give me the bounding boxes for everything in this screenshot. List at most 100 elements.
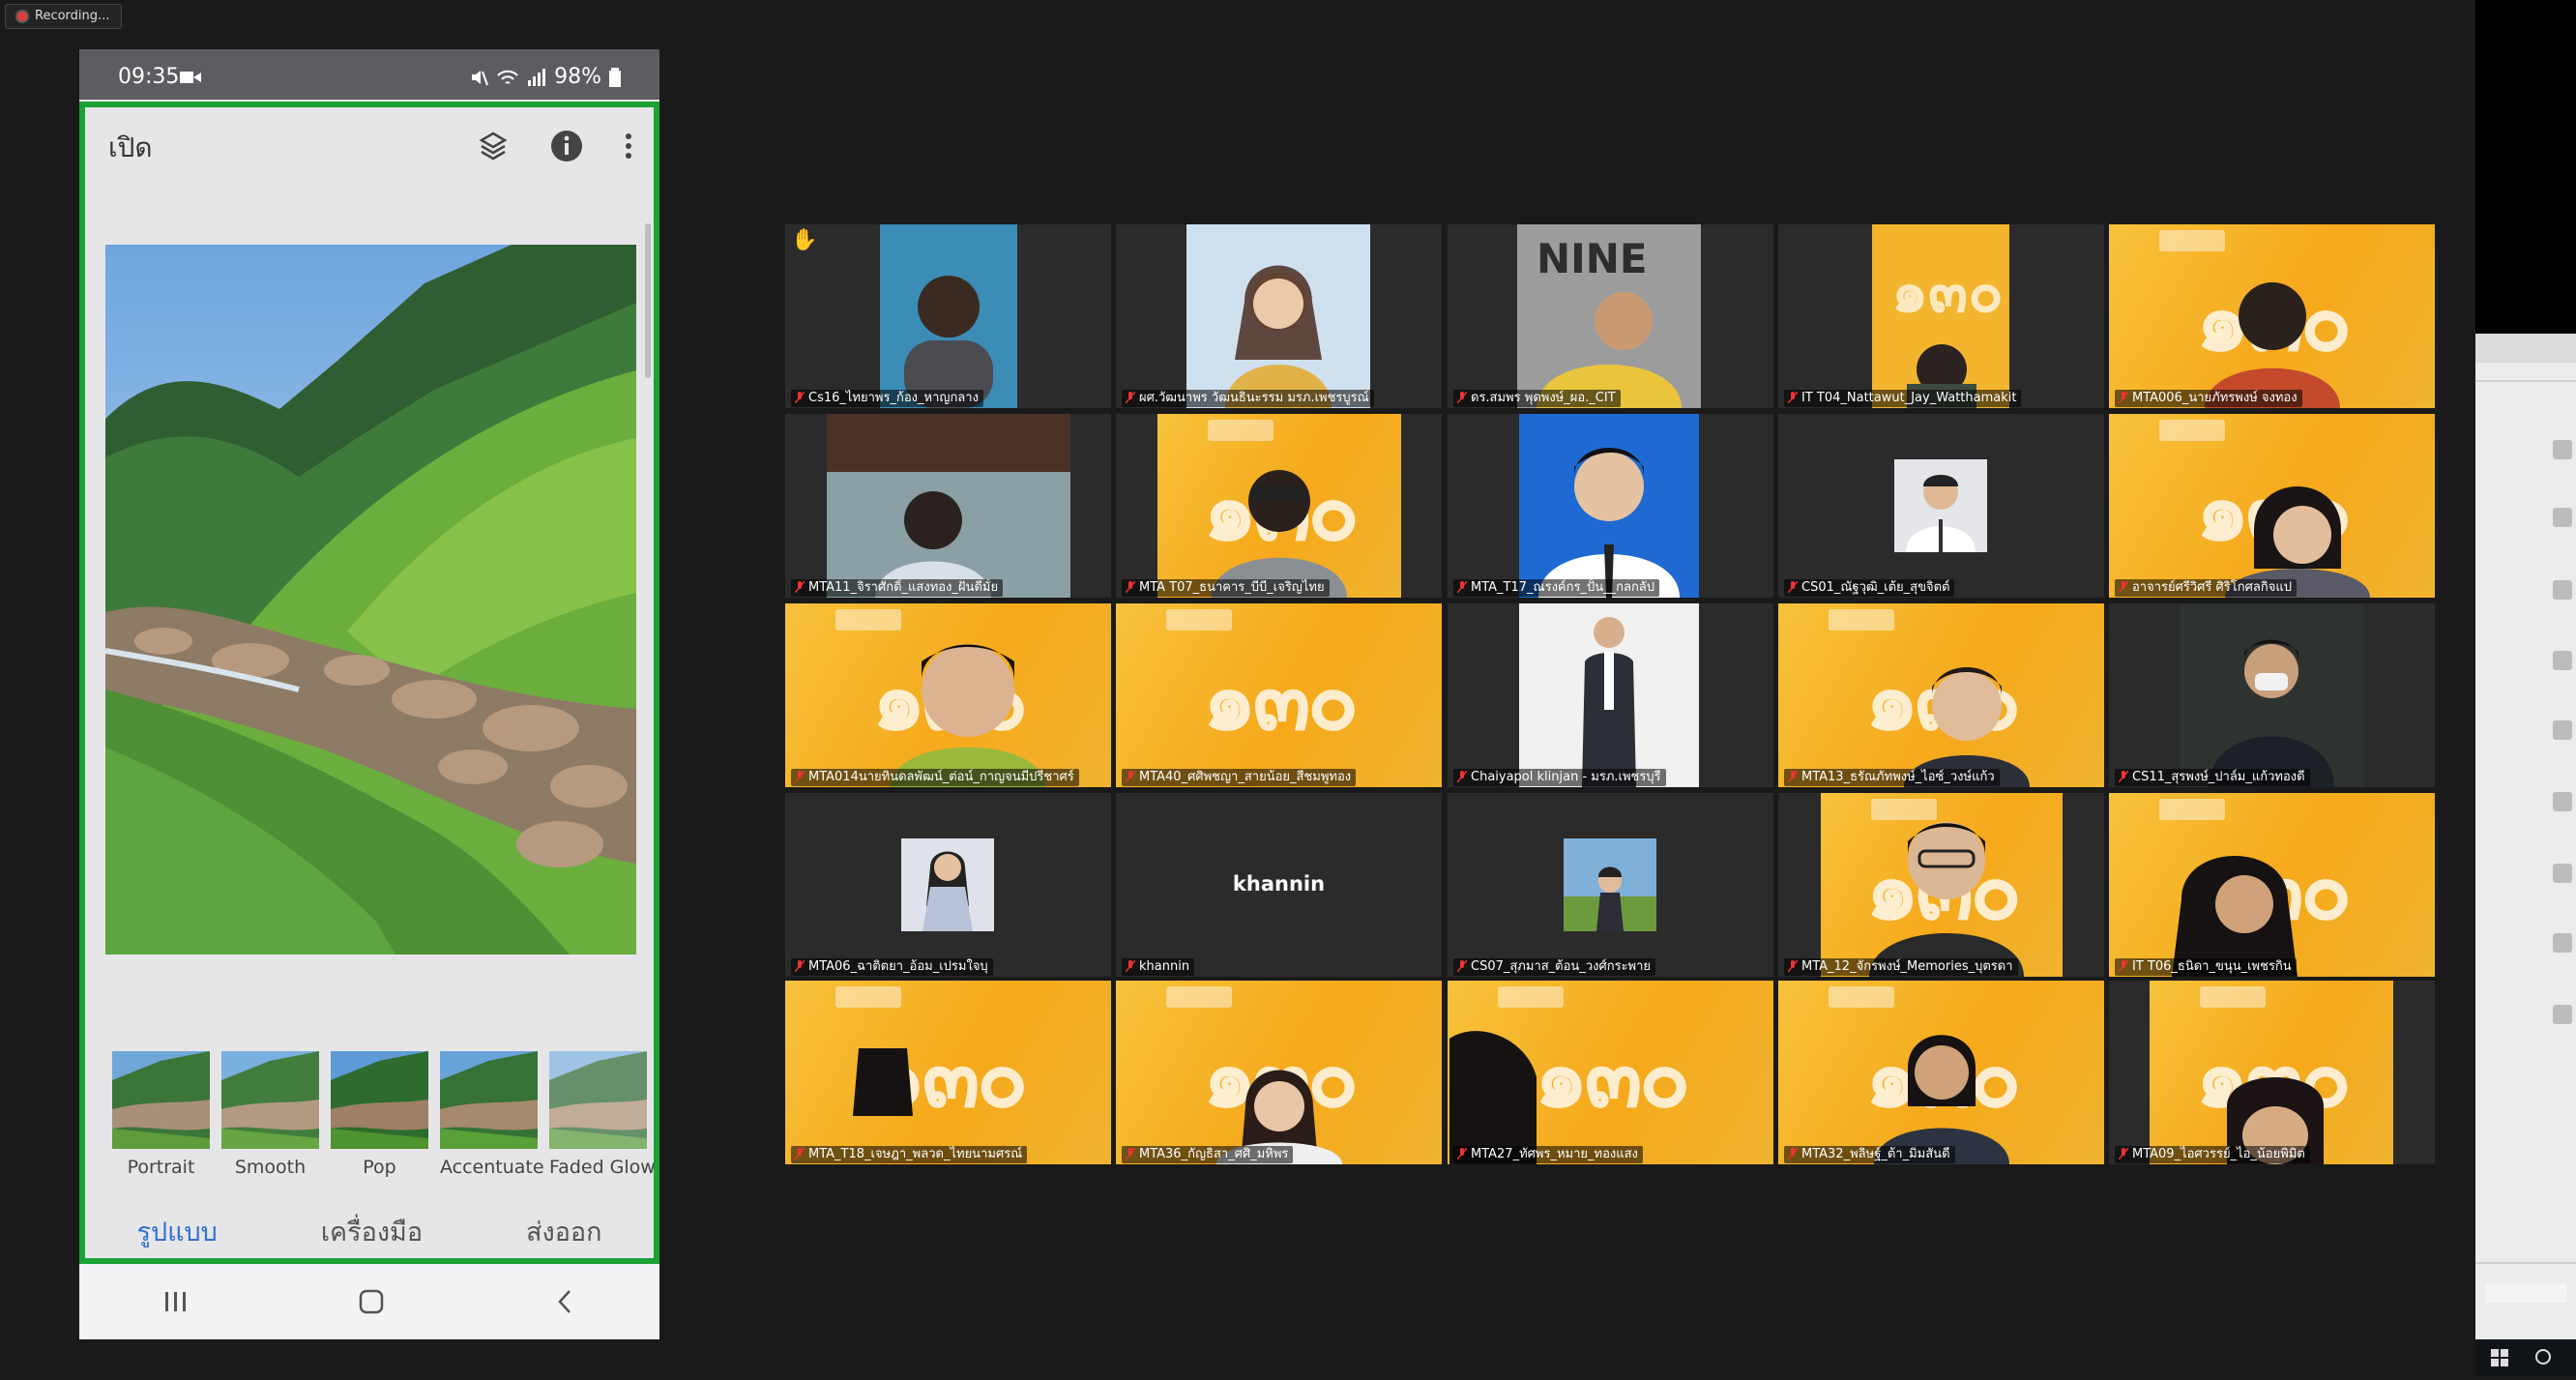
participant-tile[interactable]: ๑๓๐ MTA40_ศศิพชญา_สายน้อย_สีชมพูทอง	[1116, 603, 1442, 787]
mic-muted-icon	[1457, 771, 1467, 782]
participant-name: Chaiyapol klinjan - มรภ.เพชรบุรี	[1453, 769, 1666, 786]
participant-tile[interactable]: ๑๓๐ MTA T07_ธนาคาร_บีบี_เจริญไทย	[1116, 414, 1442, 598]
video-feed: ๑๓๐	[2150, 981, 2393, 1164]
participant-name: MTA_T17_ณรงค์กร_ปั้น__กลกลัป	[1453, 579, 1660, 597]
participant-video	[2225, 486, 2371, 598]
participant-tile[interactable]: ๑๓๐ IT T06_ธนิดา_ขนุน_เพชรกิน	[2109, 793, 2435, 977]
participant-name: MTA11_จิราศักดิ์_แสงทอง_ฝันดีมั้ย	[791, 579, 1004, 597]
participant-tile[interactable]: ๑๓๐ MTA09_ไอศวรรย์_ไอ_น้อยพิมิต	[2109, 981, 2435, 1164]
filter-thumbnail	[331, 1051, 428, 1149]
participant-tile[interactable]: ๑๓๐ MTA014นายทินดลพัฒน์_ต่อน์_กาญจนมีปรี…	[785, 603, 1111, 787]
participant-tile[interactable]: ๑๓๐ MTA13_ธรัณภัทพงษ์_ไอซ์_วงษ์แก้ว	[1778, 603, 2104, 787]
filter-label: Faded Glow	[549, 1157, 656, 1178]
mic-muted-icon	[2119, 771, 2128, 782]
mic-muted-icon	[1788, 771, 1798, 782]
tab-styles[interactable]: รูปแบบ	[137, 1211, 218, 1257]
status-icons: 98%	[469, 65, 621, 89]
participant-tile[interactable]: CS11_สุรพงษ์_ปาล์ม_แก้วทองดี	[2109, 603, 2435, 787]
svg-text:NINE: NINE	[1537, 235, 1648, 282]
mic-muted-icon	[2119, 581, 2128, 593]
participant-name: CS11_สุรพงษ์_ปาล์ม_แก้วทองดี	[2115, 769, 2310, 786]
participant-name: MTA06_ฉาติตยา_อ้อม_เปรมใจบุ	[791, 958, 993, 976]
participant-tile[interactable]: ✋ Cs16_ไทยาพร_ก้อง_หาญกลาง	[785, 224, 1111, 408]
filter-faded-glow[interactable]: Faded Glow	[549, 1051, 656, 1178]
participant-name: ดร.สมพร พุดพงษ์_ผอ._CIT	[1453, 390, 1621, 407]
participant-tile[interactable]: ๑๓๐ MTA006_นายภัทรพงษ์ จงทอง	[2109, 224, 2435, 408]
tab-tools[interactable]: เครื่องมือ	[321, 1211, 423, 1257]
participant-name: IT T06_ธนิดา_ขนุน_เพชรกิน	[2115, 958, 2297, 976]
back-icon[interactable]	[554, 1288, 575, 1315]
video-feed: ๑๓๐	[1157, 414, 1401, 598]
participant-tile[interactable]: MTA11_จิราศักดิ์_แสงทอง_ฝันดีมั้ย	[785, 414, 1111, 598]
filter-portrait[interactable]: Portrait	[112, 1051, 210, 1178]
participant-video	[1904, 667, 2031, 787]
participant-name: IT T04_Nattawut_Jay_Watthamakit	[1784, 390, 2022, 407]
recording-label: Recording...	[35, 9, 110, 23]
participant-video	[1449, 1031, 1537, 1164]
video-feed	[880, 224, 1017, 408]
home-icon[interactable]	[358, 1288, 385, 1315]
filter-pop[interactable]: Pop	[331, 1051, 428, 1178]
tab-export[interactable]: ส่งออก	[526, 1211, 601, 1257]
scrollbar[interactable]	[645, 223, 651, 378]
participant-tile[interactable]: NINE ดร.สมพร พุดพงษ์_ผอ._CIT	[1448, 224, 1773, 408]
status-time: 09:35	[118, 65, 180, 89]
video-camera-icon	[180, 72, 201, 83]
filter-smooth[interactable]: Smooth	[221, 1051, 319, 1178]
mic-muted-icon	[795, 771, 805, 782]
participant-name: MTA40_ศศิพชญา_สายน้อย_สีชมพูทอง	[1122, 769, 1357, 786]
participant-tile[interactable]: ผศ.วัฒนาพร วัฒนธินะรรม มรภ.เพชรบูรณ์	[1116, 224, 1442, 408]
mic-muted-icon	[2119, 1148, 2128, 1160]
filter-strip: Portrait Smooth Pop Accentuate Faded Glo…	[112, 1051, 656, 1178]
open-button[interactable]: เปิด	[108, 127, 153, 169]
participant-name: อาจารย์ศรีวิศรี ศิริโกศลกิจแป	[2115, 579, 2297, 597]
filter-thumbnail	[440, 1051, 538, 1149]
mic-muted-icon	[1457, 581, 1467, 593]
participant-tile[interactable]: CS07_สุภมาส_ต้อน_วงศ์กระพาย	[1448, 793, 1773, 977]
participant-name: MTA36_กัญธิสา_ศศิ_มหิพร	[1122, 1146, 1294, 1163]
mic-muted-icon	[1126, 771, 1135, 782]
participant-name: ผศ.วัฒนาพร วัฒนธินะรรม มรภ.เพชรบูรณ์	[1122, 390, 1374, 407]
video-feed	[1519, 414, 1699, 598]
video-feed: ๑๓๐	[785, 981, 1111, 1164]
participant-name: MTA32_พลิษฐ์_ต้า_มิ่มสันดี	[1784, 1146, 1955, 1163]
mic-muted-icon	[795, 1148, 805, 1160]
mic-muted-icon	[1126, 392, 1135, 403]
participant-tile[interactable]: ๑๓๐ IT T04_Nattawut_Jay_Watthamakit	[1778, 224, 2104, 408]
participant-name: MTA006_นายภัทรพงษ์ จงทอง	[2115, 390, 2302, 407]
recording-indicator[interactable]: Recording...	[5, 4, 123, 29]
filter-accentuate[interactable]: Accentuate	[440, 1051, 544, 1178]
video-feed: ๑๓๐	[1821, 793, 2063, 977]
participant-tile[interactable]: ๑๓๐ MTA_12_จักรพงษ์_Memories_บุตรดา	[1778, 793, 2104, 977]
bottom-tabs: รูปแบบ เครื่องมือ ส่งออก	[85, 1211, 654, 1257]
participant-name: MTA27_ทัศพร_หมาย_ทองแสง	[1453, 1146, 1643, 1163]
windows-taskbar	[2475, 1339, 2576, 1376]
signal-icon	[528, 68, 546, 86]
layers-icon[interactable]	[474, 127, 512, 165]
info-icon[interactable]	[547, 127, 586, 165]
mic-muted-icon	[795, 392, 805, 403]
profile-photo	[1894, 459, 1987, 552]
more-options-icon[interactable]	[609, 127, 648, 165]
search-icon	[2535, 1349, 2551, 1365]
participant-tile[interactable]: ๑๓๐ MTA_T18_เจษฎา_พลวด_ไทยนามศรณ์	[785, 981, 1111, 1164]
filter-label: Accentuate	[440, 1157, 544, 1178]
participant-tile[interactable]: MTA06_ฉาติตยา_อ้อม_เปรมใจบุ	[785, 793, 1111, 977]
phone-mirror: 09:35 98% เปิด Portrait Smooth Pop Accen…	[79, 49, 659, 1339]
participant-tile[interactable]: ๑๓๐ MTA27_ทัศพร_หมาย_ทองแสง	[1448, 981, 1773, 1164]
background-browser-window[interactable]	[2475, 334, 2576, 1339]
mic-muted-icon	[795, 960, 805, 972]
recent-apps-icon[interactable]	[163, 1289, 189, 1314]
participant-tile-speaking[interactable]: ๑๓๐ อาจารย์ศรีวิศรี ศิริโกศลกิจแป	[2109, 414, 2435, 598]
participant-tile[interactable]: ๑๓๐ MTA32_พลิษฐ์_ต้า_มิ่มสันดี	[1778, 981, 2104, 1164]
participant-tile[interactable]: ๑๓๐ MTA36_กัญธิสา_ศศิ_มหิพร	[1116, 981, 1442, 1164]
participant-tile[interactable]: MTA_T17_ณรงค์กร_ปั้น__กลกลัป	[1448, 414, 1773, 598]
participant-tile[interactable]: khannin khannin	[1116, 793, 1442, 977]
participant-tile[interactable]: CS01_ณัฐวุฒิ_เต้ย_สุขจิตต์	[1778, 414, 2104, 598]
video-feed: ๑๓๐	[1116, 603, 1442, 787]
profile-photo	[901, 838, 994, 931]
participant-tile[interactable]: Chaiyapol klinjan - มรภ.เพชรบุรี	[1448, 603, 1773, 787]
filter-label: Portrait	[127, 1157, 195, 1178]
video-feed	[2180, 603, 2363, 787]
mic-muted-icon	[1126, 960, 1135, 972]
